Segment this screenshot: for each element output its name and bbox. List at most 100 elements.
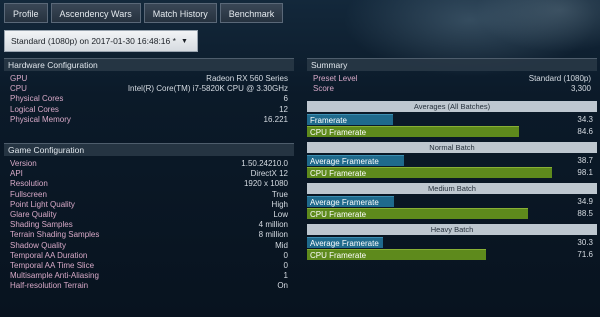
bar-value: 30.3 bbox=[577, 238, 593, 248]
config-row: Temporal AA Time Slice 0 bbox=[4, 261, 294, 271]
bar-value: 98.1 bbox=[577, 168, 593, 178]
batch-section-label: Averages (All Batches) bbox=[307, 101, 597, 113]
config-row: Point Light Quality High bbox=[4, 200, 294, 210]
framerate-bar-row: CPU Framerate 84.6 bbox=[307, 126, 597, 138]
bar-value: 38.7 bbox=[577, 156, 593, 166]
config-value: Radeon RX 560 Series bbox=[206, 74, 288, 83]
config-row: Score 3,300 bbox=[307, 84, 597, 94]
config-key: Glare Quality bbox=[10, 209, 57, 219]
tab-benchmark[interactable]: Benchmark bbox=[219, 3, 284, 23]
cpu-framerate-bar: CPU Framerate bbox=[307, 208, 529, 220]
bar-value: 88.5 bbox=[577, 209, 593, 219]
summary-header: Summary bbox=[307, 58, 597, 71]
bar-track: CPU Framerate bbox=[307, 126, 557, 138]
config-value: 0 bbox=[283, 260, 288, 270]
benchmark-run-label: Standard (1080p) on 2017-01-30 16:48:16 … bbox=[11, 36, 176, 46]
hardware-config-panel: Hardware Configuration GPU Radeon RX 560 … bbox=[4, 58, 294, 125]
framerate-bar: Framerate bbox=[307, 114, 393, 126]
config-row: Terrain Shading Samples 8 million bbox=[4, 230, 294, 240]
config-key: Half-resolution Terrain bbox=[10, 281, 89, 291]
tab-match-history[interactable]: Match History bbox=[143, 3, 217, 23]
bar-value: 34.3 bbox=[577, 115, 593, 125]
config-row: CPU Intel(R) Core(TM) i7-5820K CPU @ 3.30… bbox=[4, 84, 294, 94]
config-key: GPU bbox=[10, 74, 28, 83]
bar-track: Average Framerate bbox=[307, 237, 557, 249]
framerate-bar-row: Average Framerate 38.7 bbox=[307, 155, 597, 167]
bar-track: Average Framerate bbox=[307, 196, 557, 208]
config-key: Point Light Quality bbox=[10, 199, 75, 209]
framerate-bar-row: Framerate 34.3 bbox=[307, 114, 597, 126]
tab-bar: Profile Ascendency Wars Match History Be… bbox=[4, 3, 284, 23]
benchmark-run-selector[interactable]: Standard (1080p) on 2017-01-30 16:48:16 … bbox=[4, 30, 198, 52]
cpu-framerate-bar: CPU Framerate bbox=[307, 249, 486, 261]
config-row: API DirectX 12 bbox=[4, 169, 294, 179]
bar-track: CPU Framerate bbox=[307, 167, 557, 179]
config-key: Physical Memory bbox=[10, 114, 71, 124]
config-value: DirectX 12 bbox=[250, 169, 288, 179]
config-row: Version 1.50.24210.0 bbox=[4, 159, 294, 169]
config-value: Standard (1080p) bbox=[528, 74, 591, 83]
config-value: 1.50.24210.0 bbox=[241, 159, 288, 168]
config-row: Multisample Anti-Aliasing 1 bbox=[4, 271, 294, 281]
config-row: GPU Radeon RX 560 Series bbox=[4, 74, 294, 84]
config-row: Logical Cores 12 bbox=[4, 105, 294, 115]
config-key: Fullscreen bbox=[10, 189, 47, 199]
config-key: Temporal AA Duration bbox=[10, 250, 88, 260]
config-value: 1 bbox=[283, 271, 288, 281]
config-value: 16.221 bbox=[263, 114, 288, 124]
tab-ascendency-wars[interactable]: Ascendency Wars bbox=[50, 3, 141, 23]
config-key: Version bbox=[10, 159, 37, 168]
config-key: Logical Cores bbox=[10, 104, 59, 114]
framerate-bar-row: Average Framerate 30.3 bbox=[307, 237, 597, 249]
framerate-bar: Average Framerate bbox=[307, 196, 395, 208]
framerate-bar: Average Framerate bbox=[307, 237, 383, 249]
framerate-bar-row: CPU Framerate 71.6 bbox=[307, 249, 597, 261]
hardware-config-header: Hardware Configuration bbox=[4, 58, 294, 71]
config-key: CPU bbox=[10, 84, 27, 94]
framerate-bar-row: CPU Framerate 98.1 bbox=[307, 167, 597, 179]
config-row: Shading Samples 4 million bbox=[4, 220, 294, 230]
config-value: 8 million bbox=[258, 230, 288, 240]
config-row: Half-resolution Terrain On bbox=[4, 281, 294, 291]
config-key: Multisample Anti-Aliasing bbox=[10, 271, 99, 281]
config-row: Physical Cores 6 bbox=[4, 94, 294, 104]
framerate-bar-row: CPU Framerate 88.5 bbox=[307, 208, 597, 220]
config-row: Preset Level Standard (1080p) bbox=[307, 74, 597, 84]
config-key: Shading Samples bbox=[10, 220, 73, 230]
bar-track: CPU Framerate bbox=[307, 208, 557, 220]
config-value: 3,300 bbox=[570, 84, 591, 94]
config-value: High bbox=[271, 199, 288, 209]
batch-section-label: Normal Batch bbox=[307, 142, 597, 154]
tab-profile[interactable]: Profile bbox=[4, 3, 48, 23]
config-value: Mid bbox=[275, 240, 288, 250]
framerate-bar: Average Framerate bbox=[307, 155, 404, 167]
config-row: Shadow Quality Mid bbox=[4, 241, 294, 251]
config-row: Fullscreen True bbox=[4, 190, 294, 200]
cpu-framerate-bar: CPU Framerate bbox=[307, 167, 553, 179]
cpu-framerate-bar: CPU Framerate bbox=[307, 126, 519, 138]
config-row: Glare Quality Low bbox=[4, 210, 294, 220]
config-value: Low bbox=[273, 209, 288, 219]
config-value: Intel(R) Core(TM) i7-5820K CPU @ 3.30GHz bbox=[127, 84, 288, 94]
bar-value: 34.9 bbox=[577, 197, 593, 207]
chevron-down-icon[interactable]: ▼ bbox=[181, 38, 188, 45]
config-key: Physical Cores bbox=[10, 94, 64, 104]
bar-value: 84.6 bbox=[577, 127, 593, 137]
summary-panel: Summary Preset Level Standard (1080p) Scor… bbox=[307, 58, 597, 261]
bar-value: 71.6 bbox=[577, 250, 593, 260]
config-key: Shadow Quality bbox=[10, 240, 67, 250]
config-value: 4 million bbox=[258, 220, 288, 230]
config-key: Terrain Shading Samples bbox=[10, 230, 100, 240]
bar-track: CPU Framerate bbox=[307, 249, 557, 261]
config-key: API bbox=[10, 169, 23, 179]
config-value: True bbox=[271, 189, 288, 199]
config-key: Temporal AA Time Slice bbox=[10, 260, 95, 270]
config-value: 12 bbox=[279, 104, 288, 114]
framerate-bar-row: Average Framerate 34.9 bbox=[307, 196, 597, 208]
bar-track: Framerate bbox=[307, 114, 557, 126]
config-value: 1920 x 1080 bbox=[243, 179, 288, 189]
bar-track: Average Framerate bbox=[307, 155, 557, 167]
batch-section-label: Heavy Batch bbox=[307, 224, 597, 236]
config-key: Score bbox=[313, 84, 334, 94]
batch-section-label: Medium Batch bbox=[307, 183, 597, 195]
